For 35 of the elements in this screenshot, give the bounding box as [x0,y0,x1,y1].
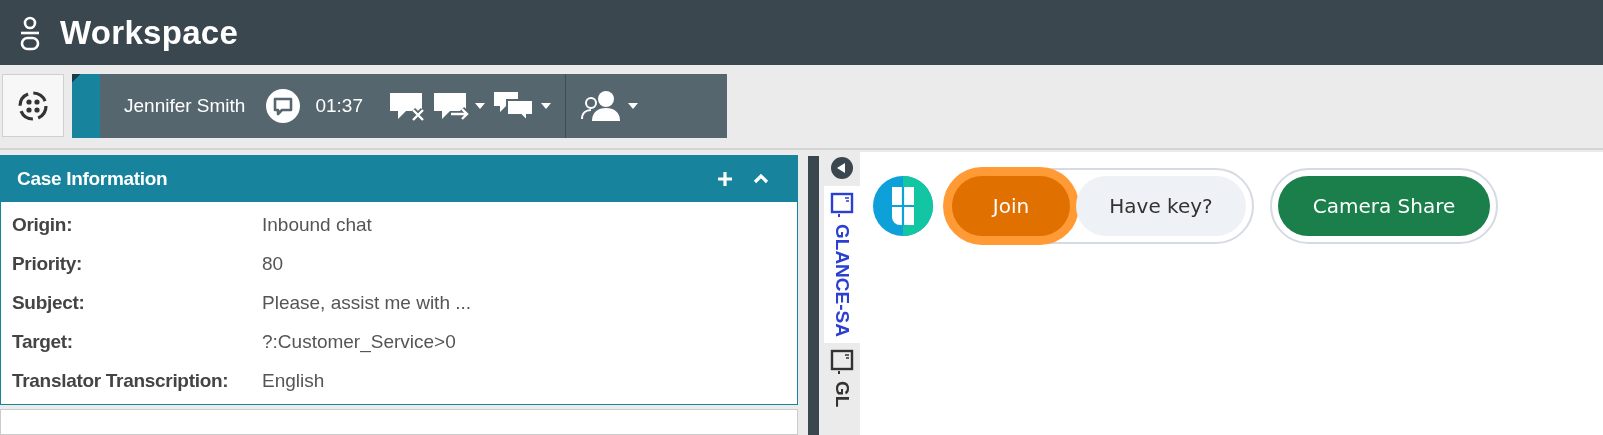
field-value: Please, assist me with ... [262,292,473,314]
field-label: Origin: [12,214,74,236]
field-label: Target: [12,331,74,353]
chat-icon [265,88,302,124]
field-label: Priority: [12,253,84,275]
field-value: Inbound chat [262,214,373,236]
dial-icon [17,89,49,122]
window-title: Workspace [60,13,239,52]
people-icon [580,89,622,123]
transfer-icon [433,90,469,122]
chevron-up-icon [753,171,769,186]
side-tab[interactable]: GLANCE-SA [824,186,860,343]
status-stripe [72,74,100,138]
chat-bubbles-icon [493,90,535,122]
caret-icon [475,103,485,109]
logo-icon [18,14,42,51]
plus-icon [717,170,733,187]
field-label: Translator Transcription: [12,370,230,392]
navigation-button[interactable] [2,74,64,137]
globe-logo-icon [872,175,934,237]
caret-icon [628,103,638,109]
camera-share-button[interactable]: Camera Share [1278,176,1490,236]
field-value: 80 [262,253,285,275]
chat-timer: 01:37 [315,95,363,117]
contact-name: Jennifer Smith [124,95,246,117]
key-button[interactable]: Have key? [1076,176,1246,236]
caret-icon [541,103,551,109]
collapse-button[interactable] [830,156,854,180]
window-icon [830,192,854,218]
panel-title: Case Information [17,167,169,190]
field-value: ?:Customer_Service>0 [262,331,457,353]
field-label: Subject: [12,292,86,314]
field-value: English [262,370,326,392]
window-icon [830,348,854,375]
end-chat-icon [389,90,425,122]
